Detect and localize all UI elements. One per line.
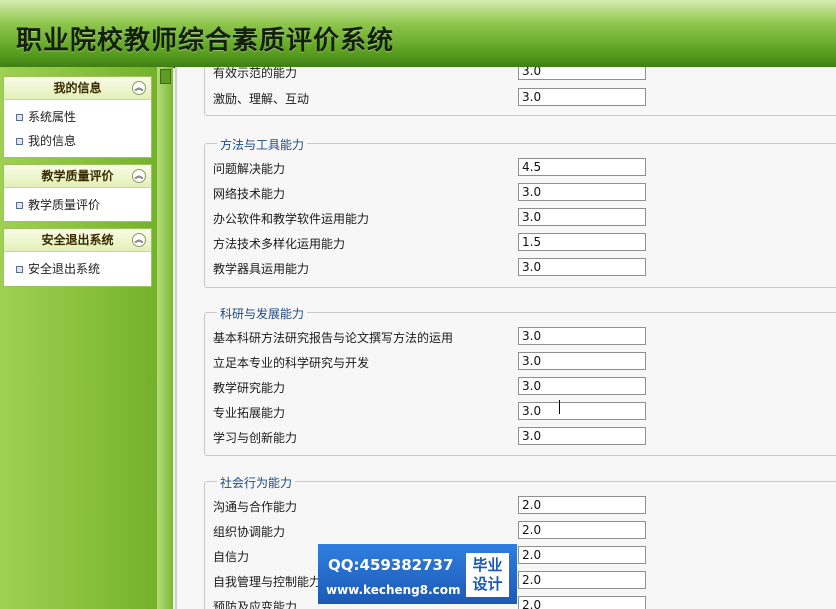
form-row: 问题解决能力 [213,158,836,178]
sidebar-group-title: 教学质量评价 [41,169,114,183]
form-row: 专业拓展能力 [213,402,836,422]
field-label: 立足本专业的科学研究与开发 [213,356,370,370]
form-row: 立足本专业的科学研究与开发 [213,352,836,372]
watermark-badge: 毕业 设计 [466,553,509,597]
field-label: 教学研究能力 [213,381,286,395]
form-row: 有效示范的能力 [213,67,836,82]
collapse-up-icon[interactable]: ︽ [132,81,146,95]
sidebar-item-label: 系统属性 [28,110,77,124]
field-label: 教学器具运用能力 [213,262,310,276]
form-row: 学习与创新能力 [213,427,836,447]
sidebar-item-label: 我的信息 [28,134,77,148]
sidebar-group-header[interactable]: 我的信息 ︽ [4,77,151,100]
bullet-icon [16,202,23,209]
form-row: 激励、理解、互动 [213,88,836,108]
score-input[interactable] [518,327,646,345]
field-label: 激励、理解、互动 [213,92,310,106]
sidebar-group-title: 安全退出系统 [41,233,114,247]
watermark-badge-line2: 设计 [472,575,503,593]
form-row: 沟通与合作能力 [213,496,836,516]
score-input[interactable] [518,67,646,80]
field-label: 网络技术能力 [213,187,286,201]
field-label: 学习与创新能力 [213,431,298,445]
field-label: 自我管理与控制能力 [213,575,322,589]
score-input[interactable] [518,546,646,564]
score-input[interactable] [518,208,646,226]
watermark-qq: QQ:459382737 [328,556,454,574]
sidebar-item-logout[interactable]: 安全退出系统 [4,257,151,281]
sidebar-item-teaching-eval[interactable]: 教学质量评价 [4,193,151,217]
score-input[interactable] [518,233,646,251]
collapse-up-icon[interactable]: ︽ [132,233,146,247]
score-input[interactable] [518,88,646,106]
bullet-icon [16,266,23,273]
bullet-icon [16,114,23,121]
sidebar-group-header[interactable]: 教学质量评价 ︽ [4,165,151,188]
fieldset-method-tools: 方法与工具能力 问题解决能力 网络技术能力 办公软件和教学软件运用能力 方法技术… [204,136,836,288]
score-input[interactable] [518,571,646,589]
fieldset-social-behavior: 社会行为能力 沟通与合作能力 组织协调能力 自信力 自我管理与控制能力 预防及应… [204,474,836,609]
sidebar-group-header[interactable]: 安全退出系统 ︽ [4,229,151,252]
score-input[interactable] [518,427,646,445]
form-row: 网络技术能力 [213,183,836,203]
form-row: 组织协调能力 [213,521,836,541]
form-row: 预防及应变能力 [213,596,836,609]
score-input[interactable] [518,496,646,514]
sidebar-group-title: 我的信息 [53,81,102,95]
form-row: 方法技术多样化运用能力 [213,233,836,253]
watermark-badge-line1: 毕业 [472,556,503,574]
scrollbar-thumb[interactable] [160,69,171,84]
score-input[interactable] [518,158,646,176]
field-label: 预防及应变能力 [213,600,298,609]
form-row: 自信力 [213,546,836,566]
section-legend: 社会行为能力 [217,474,296,491]
form-row: 教学研究能力 [213,377,836,397]
sidebar-item-label: 安全退出系统 [28,262,101,276]
sidebar-group-my-info: 我的信息 ︽ 系统属性 我的信息 [3,76,152,158]
field-label: 沟通与合作能力 [213,500,298,514]
sidebar-item-my-info[interactable]: 我的信息 [4,129,151,153]
field-label: 办公软件和教学软件运用能力 [213,212,370,226]
field-label: 自信力 [213,550,250,564]
score-input[interactable] [518,402,646,420]
field-label: 组织协调能力 [213,525,286,539]
watermark-url: www.kecheng8.com [326,583,461,597]
section-legend: 科研与发展能力 [217,305,308,322]
form-row: 基本科研方法研究报告与论文撰写方法的运用 [213,327,836,347]
score-input[interactable] [518,521,646,539]
field-label: 有效示范的能力 [213,67,298,80]
form-row: 办公软件和教学软件运用能力 [213,208,836,228]
app-title: 职业院校教师综合素质评价系统 [16,26,395,56]
form-row: 自我管理与控制能力 [213,571,836,591]
app-header: 职业院校教师综合素质评价系统 [0,0,836,68]
sidebar: 我的信息 ︽ 系统属性 我的信息 教学质量评价 ︽ 教学质量评价 安全退出系统 … [0,67,157,609]
sidebar-item-system-properties[interactable]: 系统属性 [4,105,151,129]
score-input[interactable] [518,258,646,276]
score-input[interactable] [518,352,646,370]
score-input[interactable] [518,183,646,201]
fieldset-research-development: 科研与发展能力 基本科研方法研究报告与论文撰写方法的运用 立足本专业的科学研究与… [204,305,836,456]
field-label: 基本科研方法研究报告与论文撰写方法的运用 [213,331,454,345]
field-label: 方法技术多样化运用能力 [213,237,346,251]
sidebar-group-teaching-eval: 教学质量评价 ︽ 教学质量评价 [3,164,152,222]
collapse-up-icon[interactable]: ︽ [132,169,146,183]
text-cursor-icon [559,400,560,414]
watermark-banner: QQ:459382737 www.kecheng8.com 毕业 设计 [318,544,517,604]
field-label: 问题解决能力 [213,162,286,176]
sidebar-group-logout: 安全退出系统 ︽ 安全退出系统 [3,228,152,287]
score-input[interactable] [518,377,646,395]
section-legend: 方法与工具能力 [217,136,308,153]
form-row: 教学器具运用能力 [213,258,836,278]
field-label: 专业拓展能力 [213,406,286,420]
main-content: 有效示范的能力 激励、理解、互动 方法与工具能力 问题解决能力 网络技术能力 办… [177,67,836,609]
sidebar-scrollbar[interactable] [157,67,173,609]
bullet-icon [16,138,23,145]
score-input[interactable] [518,596,646,609]
sidebar-item-label: 教学质量评价 [28,198,101,212]
fieldset-section: 有效示范的能力 激励、理解、互动 [204,67,836,116]
